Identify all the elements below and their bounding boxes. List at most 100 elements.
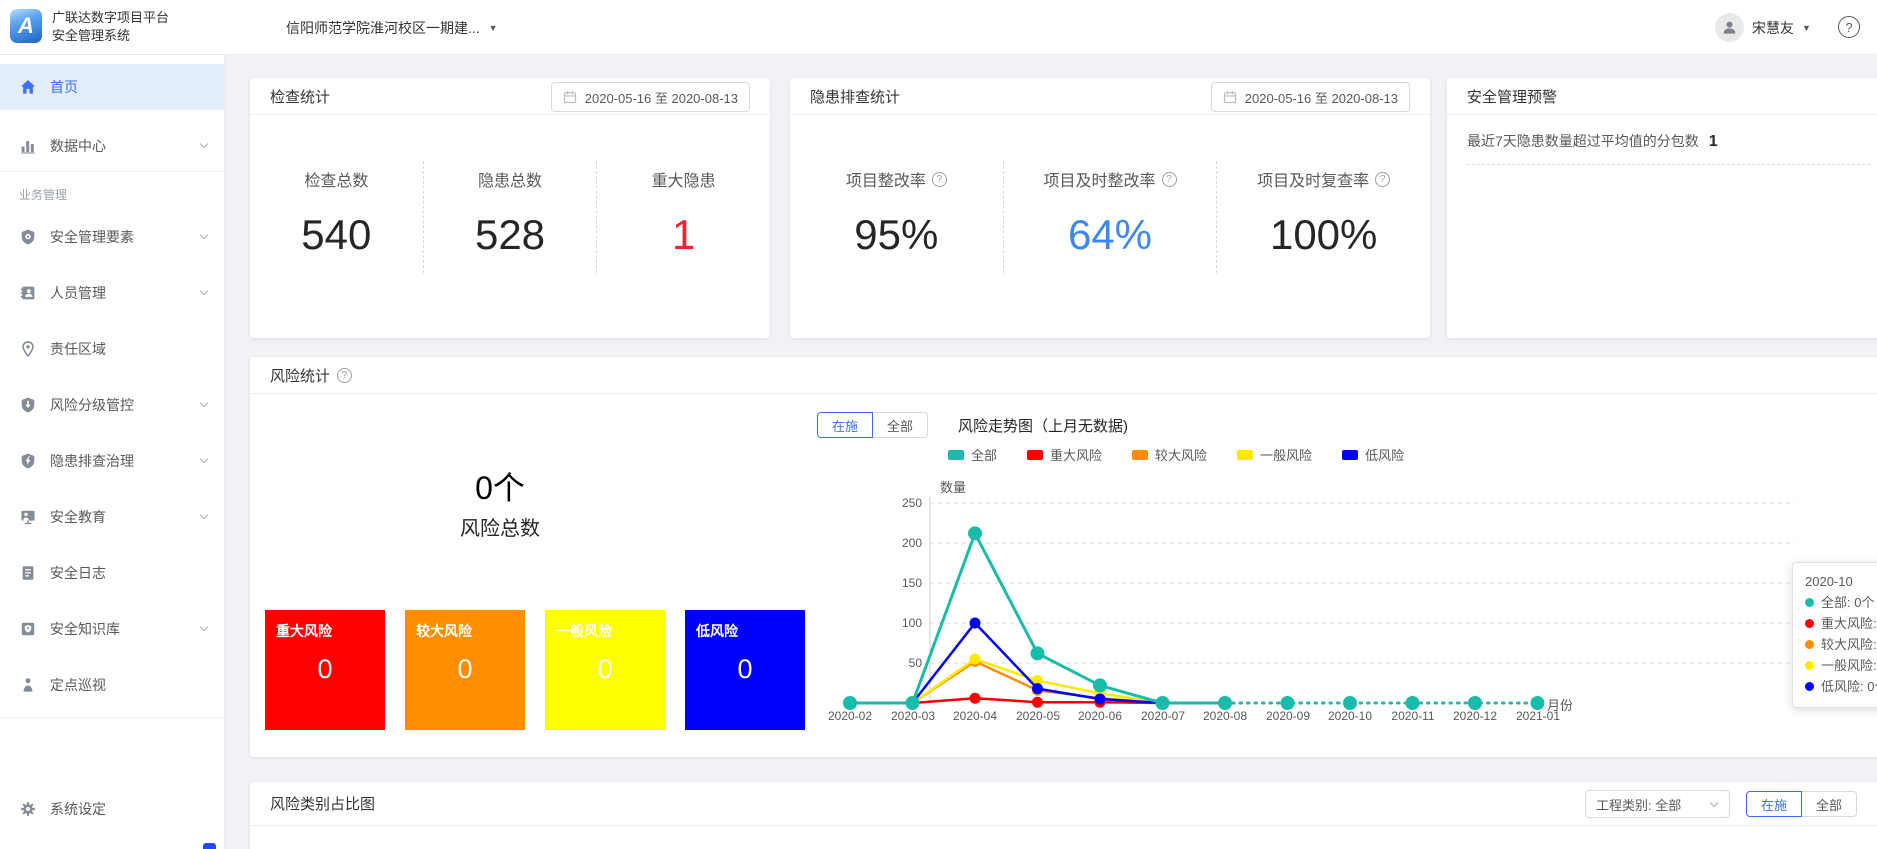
sidebar-item-label: 责任区域 (50, 339, 106, 359)
calendar-icon (1223, 90, 1237, 104)
shield-arrow-icon (19, 396, 37, 414)
chevron-down-icon (199, 233, 209, 240)
project-type-value: 工程类别: 全部 (1596, 795, 1681, 814)
inspection-stats-card: 检查统计 2020-05-16 至 2020-08-13 检查总数 540 隐患… (250, 78, 770, 338)
warning-alert-value: 1 (1709, 133, 1718, 150)
sidebar-item-settings[interactable]: 系统设定 (0, 784, 224, 834)
sidebar-item-data-center[interactable]: 数据中心 (0, 121, 224, 171)
stats-row: 项目整改率 ? 95% 项目及时整改率 ? 64% 项目及时复查率 ? 100 (790, 167, 1430, 273)
date-range-picker[interactable]: 2020-05-16 至 2020-08-13 (1211, 82, 1410, 112)
screen: A 广联达数字项目平台 安全管理系统 信阳师范学院淮河校区一期建... ▼ 宋慧… (0, 0, 1877, 849)
sidebar-item-label: 安全教育 (50, 507, 106, 527)
chevron-down-icon (1709, 801, 1719, 808)
user-icon (1721, 19, 1738, 36)
series-dot (1805, 619, 1814, 628)
sidebar-section-label: 业务管理 (0, 172, 224, 209)
project-selector-label: 信阳师范学院淮河校区一期建... (286, 18, 480, 38)
sidebar-item-safety-elements[interactable]: 安全管理要素 (0, 209, 224, 265)
app-logo: A (10, 9, 42, 43)
sidebar-item-fixed-patrol[interactable]: 定点巡视 (0, 657, 224, 713)
gear-icon (19, 800, 37, 818)
project-type-select[interactable]: 工程类别: 全部 (1585, 790, 1730, 818)
shield-gear-icon (19, 228, 37, 246)
sidebar-item-label: 安全管理要素 (50, 227, 134, 247)
lecture-board-icon (19, 508, 37, 526)
stat-value: 95% (790, 211, 1003, 259)
tooltip-row-text: 低风险: 0个 (1821, 676, 1877, 697)
tooltip-row-text: 重大风险: 0个 (1821, 613, 1877, 634)
stat-major-hazards: 重大隐患 1 (597, 167, 770, 273)
tooltip-row-text: 较大风险: 0个 (1821, 634, 1877, 655)
tab-all[interactable]: 全部 (1801, 791, 1857, 817)
sidebar: 首页 数据中心 业务管理 安全管理要素 (0, 55, 225, 849)
sidebar-item-safety-education[interactable]: 安全教育 (0, 489, 224, 545)
sidebar-item-home[interactable]: 首页 (0, 64, 224, 110)
stat-total-hazards: 隐患总数 528 (424, 167, 597, 273)
calendar-icon (563, 90, 577, 104)
user-name: 宋慧友 (1752, 18, 1794, 38)
tooltip-row-text: 一般风险: 0个 (1821, 655, 1877, 676)
card-title: 安全管理预警 (1467, 86, 1557, 107)
sidebar-item-safety-log[interactable]: 安全日志 (0, 545, 224, 601)
sidebar-item-personnel[interactable]: 人员管理 (0, 265, 224, 321)
id-book-icon (19, 284, 37, 302)
stat-value: 1 (597, 211, 770, 259)
series-dot (1805, 661, 1814, 670)
chevron-down-icon (199, 457, 209, 464)
tab-in-construction[interactable]: 在施 (817, 412, 873, 438)
card-title: 检查统计 (270, 86, 330, 107)
date-range-picker[interactable]: 2020-05-16 至 2020-08-13 (551, 82, 750, 112)
chevron-down-icon (199, 513, 209, 520)
chart-tooltip: 2020-10 全部: 0个 重大风险: 0个 较大风险: 0个 一般风险: 0… (1792, 562, 1877, 708)
bar-chart-icon (19, 137, 37, 155)
app-header: A 广联达数字项目平台 安全管理系统 信阳师范学院淮河校区一期建... ▼ 宋慧… (0, 0, 1877, 55)
sidebar-item-label: 人员管理 (50, 283, 106, 303)
stat-value: 64% (1004, 211, 1217, 259)
stat-timely-rectification-rate: 项目及时整改率 ? 64% (1004, 167, 1217, 273)
card-header: 检查统计 2020-05-16 至 2020-08-13 (250, 78, 770, 115)
risk-trend-line-chart[interactable] (250, 357, 1877, 757)
warning-alert-row: 最近7天隐患数量超过平均值的分包数1 (1467, 131, 1870, 165)
card-header: 安全管理预警 (1447, 78, 1877, 115)
stats-row: 检查总数 540 隐患总数 528 重大隐患 1 (250, 167, 770, 273)
user-menu[interactable]: 宋慧友 ▼ (1752, 0, 1811, 55)
stat-label: 隐患总数 (424, 167, 597, 191)
chevron-down-icon: ▼ (489, 23, 498, 33)
help-icon[interactable]: ? (1375, 172, 1390, 187)
sidebar-item-responsibility-area[interactable]: 责任区域 (0, 321, 224, 377)
tooltip-row: 全部: 0个 (1805, 592, 1877, 613)
sidebar-item-label: 风险分级管控 (50, 395, 134, 415)
project-selector[interactable]: 信阳师范学院淮河校区一期建... ▼ (286, 0, 498, 55)
location-pin-icon (19, 340, 37, 358)
help-icon[interactable]: ? (1838, 16, 1860, 38)
tooltip-title: 2020-10 (1805, 571, 1877, 592)
sidebar-item-hazard-treatment[interactable]: 隐患排查治理 (0, 433, 224, 489)
sidebar-item-label: 隐患排查治理 (50, 451, 134, 471)
sidebar-divider (0, 717, 224, 718)
brand-title: 广联达数字项目平台 安全管理系统 (52, 9, 169, 45)
stat-label: 项目整改率 (846, 167, 926, 191)
date-range-value: 2020-05-16 至 2020-08-13 (585, 88, 738, 107)
tab-in-construction[interactable]: 在施 (1746, 791, 1802, 817)
help-icon[interactable]: ? (932, 172, 947, 187)
sidebar-item-risk-control[interactable]: 风险分级管控 (0, 377, 224, 433)
avatar[interactable] (1715, 13, 1744, 42)
tooltip-row: 重大风险: 0个 (1805, 613, 1877, 634)
safety-warning-card: 安全管理预警 最近7天隐患数量超过平均值的分包数1 (1447, 78, 1877, 338)
risk-category-ratio-card: 风险类别占比图 工程类别: 全部 在施 全部 (250, 782, 1877, 849)
patrol-person-icon (19, 676, 37, 694)
brand-line2: 安全管理系统 (52, 27, 169, 45)
tooltip-row: 一般风险: 0个 (1805, 655, 1877, 676)
category-scope-tabs: 在施 全部 (1746, 791, 1857, 817)
help-icon[interactable]: ? (1162, 172, 1177, 187)
cutoff-floating-element[interactable] (203, 843, 216, 849)
card-header: 隐患排查统计 2020-05-16 至 2020-08-13 (790, 78, 1430, 115)
sidebar-item-knowledge-base[interactable]: 安全知识库 (0, 601, 224, 657)
date-range-value: 2020-05-16 至 2020-08-13 (1245, 88, 1398, 107)
chevron-down-icon (199, 142, 209, 149)
sidebar-item-label: 首页 (50, 77, 78, 97)
stat-value: 100% (1217, 211, 1430, 259)
card-title: 隐患排查统计 (810, 86, 900, 107)
knowledge-shield-icon (19, 620, 37, 638)
chevron-down-icon (199, 289, 209, 296)
